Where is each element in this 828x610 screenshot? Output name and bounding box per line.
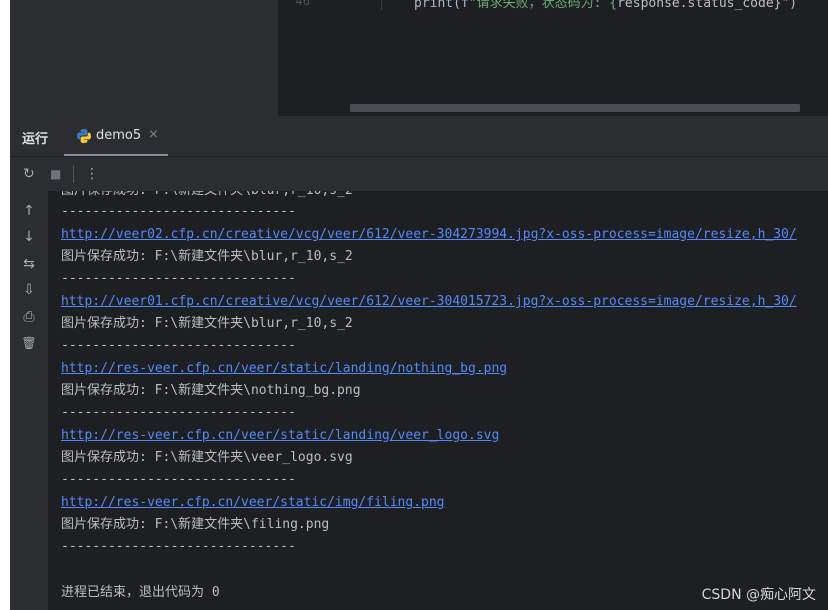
up-arrow-icon[interactable]: ↑ xyxy=(20,202,38,220)
code-function: print(f" xyxy=(414,0,477,11)
horizontal-scrollbar[interactable] xyxy=(350,104,800,112)
run-toolbar: ↻ ■ ⋮ xyxy=(10,157,828,191)
console-output[interactable]: 图片保存成功: F:\新建文件夹\blur,r_10,s_2 ---------… xyxy=(48,191,828,610)
code-string: 请求失败，状态码为: { xyxy=(476,0,618,11)
indent-guide xyxy=(381,0,382,10)
console-line: 图片保存成功: F:\新建文件夹\filing.png xyxy=(61,517,330,532)
soft-wrap-icon[interactable]: ⇆ xyxy=(20,255,38,273)
run-panel-title: 运行 xyxy=(22,132,49,147)
console-separator: ------------------------------ xyxy=(61,338,296,353)
down-arrow-icon[interactable]: ↓ xyxy=(20,228,38,246)
trash-icon[interactable]: 🗑 xyxy=(20,334,38,352)
console-separator: ------------------------------ xyxy=(61,204,296,219)
console-separator: ------------------------------ xyxy=(61,472,296,487)
editor-gutter-panel xyxy=(10,0,278,116)
console-link[interactable]: http://res-veer.cfp.cn/veer/static/img/f… xyxy=(61,495,445,511)
console-link[interactable]: http://veer01.cfp.cn/creative/vcg/veer/6… xyxy=(61,294,797,310)
python-icon xyxy=(77,129,91,143)
line-number: 46 xyxy=(295,0,310,8)
editor-line-numbers: 46 xyxy=(278,0,349,116)
console-line: 图片保存成功: F:\新建文件夹\blur,r_10,s_2 xyxy=(61,249,353,264)
rerun-icon[interactable]: ↻ xyxy=(23,166,35,182)
exit-message: 进程已结束，退出代码为 0 xyxy=(61,585,220,600)
code-expression: response.status_code}") xyxy=(617,0,798,11)
console-separator: ------------------------------ xyxy=(61,405,296,420)
scroll-to-end-icon[interactable]: ⇩ xyxy=(20,281,38,299)
active-tab-indicator xyxy=(64,154,168,156)
console-separator: ------------------------------ xyxy=(61,539,296,554)
more-options-icon[interactable]: ⋮ xyxy=(85,166,99,182)
tab-label: demo5 xyxy=(96,128,142,143)
close-icon[interactable]: × xyxy=(148,127,159,142)
console-side-toolbar: ↑ ↓ ⇆ ⇩ ⎙ 🗑 xyxy=(10,191,48,610)
tab-demo5[interactable]: demo5 × xyxy=(64,116,168,156)
run-tool-window-header: 运行 demo5 × xyxy=(10,116,828,157)
stop-icon[interactable]: ■ xyxy=(50,166,61,182)
console-line: 图片保存成功: F:\新建文件夹\veer_logo.svg xyxy=(61,450,353,465)
print-icon[interactable]: ⎙ xyxy=(20,308,38,326)
console-link[interactable]: http://res-veer.cfp.cn/veer/static/landi… xyxy=(61,361,507,377)
code-editor[interactable]: print(f"请求失败，状态码为: {response.status_code… xyxy=(348,0,828,116)
left-edge xyxy=(0,0,10,610)
console-link[interactable]: http://veer02.cfp.cn/creative/vcg/veer/6… xyxy=(61,227,797,243)
watermark: CSDN @痴心阿文 xyxy=(701,587,816,603)
console-link[interactable]: http://res-veer.cfp.cn/veer/static/landi… xyxy=(61,428,499,444)
console-line: 图片保存成功: F:\新建文件夹\nothing_bg.png xyxy=(61,383,361,398)
console-line: 图片保存成功: F:\新建文件夹\blur,r_10,s_2 xyxy=(61,316,353,331)
console-separator: ------------------------------ xyxy=(61,271,296,286)
console-line: 图片保存成功: F:\新建文件夹\blur,r_10,s_2 xyxy=(61,191,353,199)
toolbar-divider xyxy=(73,165,74,183)
code-line[interactable]: print(f"请求失败，状态码为: {response.status_code… xyxy=(414,0,797,11)
